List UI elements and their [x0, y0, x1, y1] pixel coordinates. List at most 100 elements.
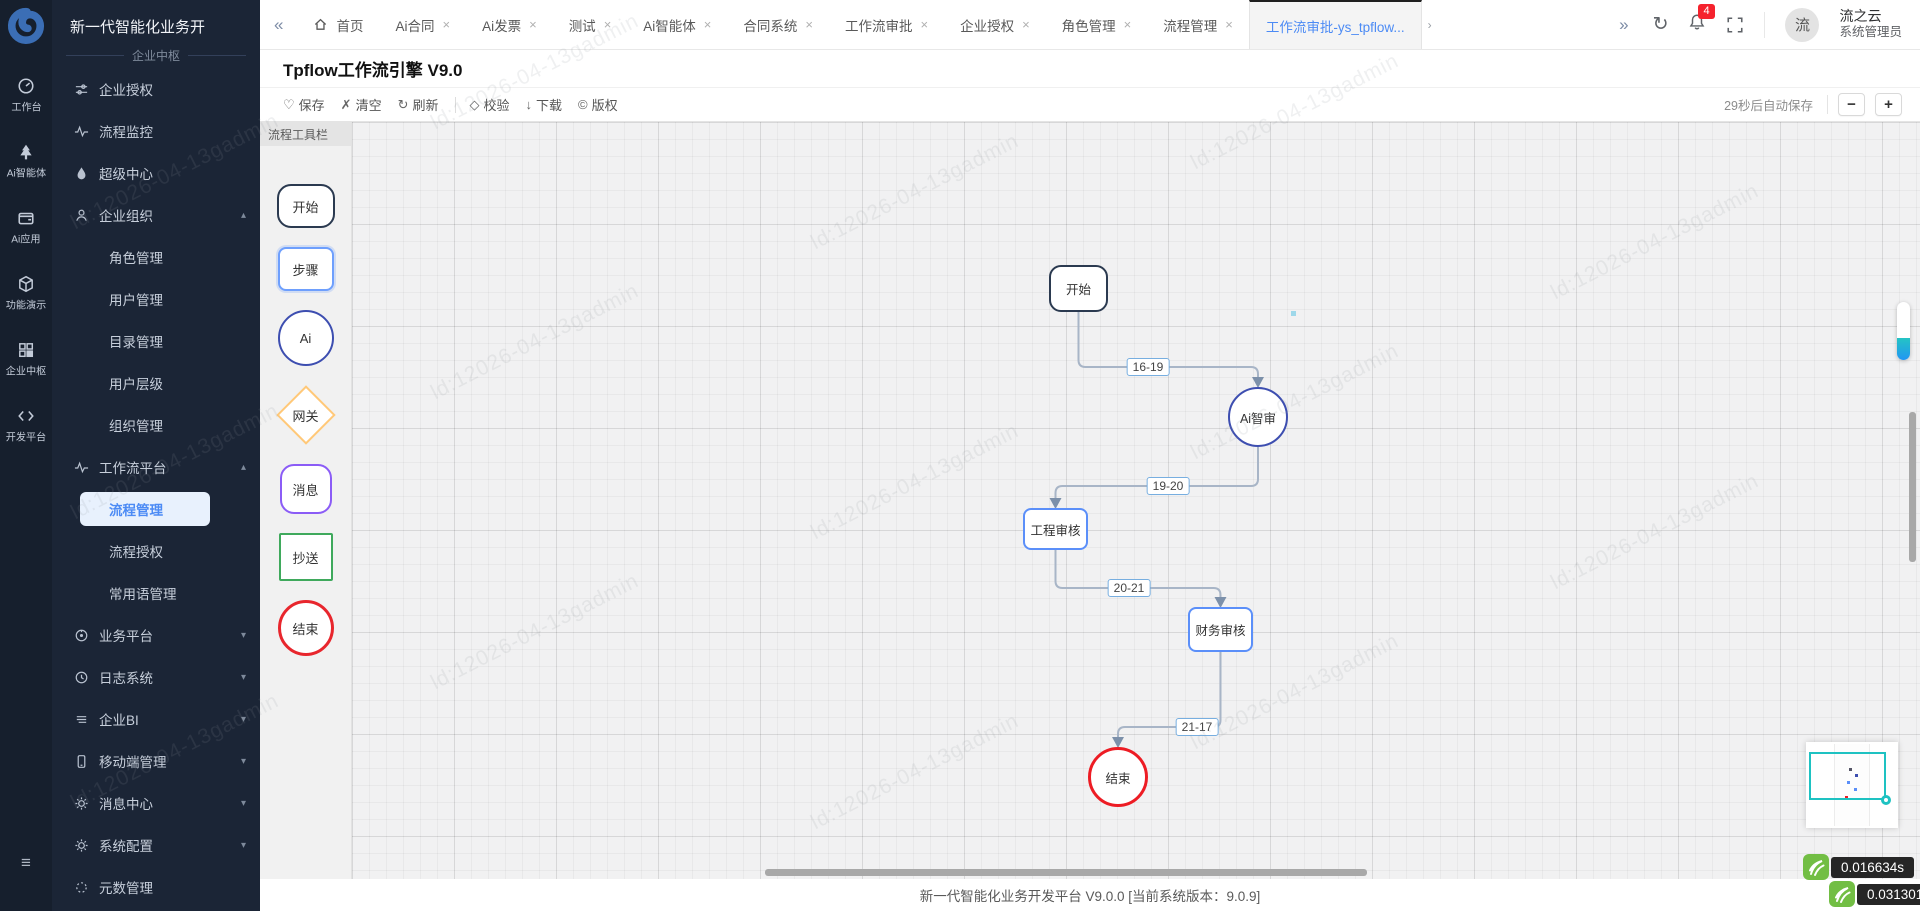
tree-icon — [20, 144, 32, 160]
tab-test[interactable]: 测试 × — [553, 0, 628, 49]
close-tab-icon[interactable]: × — [920, 17, 928, 32]
flow-node-start[interactable]: 开始 — [1049, 265, 1108, 312]
sidebar-item-role-mgmt[interactable]: 角色管理 — [52, 236, 260, 278]
caret-icon[interactable]: ▾ — [241, 756, 246, 767]
tab-ai-contract[interactable]: Ai合同 × — [379, 0, 466, 49]
flow-node-engineering-review[interactable]: 工程审核 — [1023, 508, 1088, 550]
sidebar-item-process-auth[interactable]: 流程授权 — [52, 530, 260, 572]
sidebar-item-workflow-platform[interactable]: 工作流平台 ▴ — [52, 446, 260, 488]
sidebar-item-user-mgmt[interactable]: 用户管理 — [52, 278, 260, 320]
close-tab-icon[interactable]: × — [1225, 17, 1233, 32]
palette-shape-step[interactable]: 步骤 — [277, 247, 334, 291]
flow-node-ai-review[interactable]: Ai智审 — [1228, 387, 1288, 447]
edge-label[interactable]: 21-17 — [1175, 718, 1219, 736]
sidebar-item-user-level[interactable]: 用户层级 — [52, 362, 260, 404]
minimap[interactable] — [1806, 742, 1898, 828]
validate-button[interactable]: ◇ 校验 — [470, 95, 510, 114]
zoom-out-button[interactable]: − — [1838, 93, 1865, 116]
tab-contract-system[interactable]: 合同系统 × — [727, 0, 829, 49]
sidebar-item-directory-mgmt[interactable]: 目录管理 — [52, 320, 260, 362]
app-logo-icon — [8, 7, 45, 44]
tabs-scroll-right-icon[interactable]: » — [1615, 15, 1632, 35]
caret-icon[interactable]: ▴ — [241, 462, 246, 473]
save-button[interactable]: ♡ 保存 — [283, 95, 325, 114]
edge-label[interactable]: 16-19 — [1126, 358, 1170, 376]
fullscreen-icon[interactable] — [1726, 16, 1744, 34]
refresh-icon[interactable]: ↻ — [1653, 15, 1669, 34]
clear-button[interactable]: ✗ 清空 — [341, 95, 382, 114]
tab-workflow-approval-tpflow-active[interactable]: 工作流审批-ys_tpflow... — [1248, 0, 1422, 49]
caret-icon[interactable]: ▾ — [241, 630, 246, 641]
user-role: 系统管理员 — [1839, 25, 1902, 40]
tab-workflow-approval[interactable]: 工作流审批 × — [829, 0, 944, 49]
sidebar-item-log-system[interactable]: 日志系统 ▾ — [52, 656, 260, 698]
flow-node-end[interactable]: 结束 — [1088, 747, 1148, 807]
palette-shape-cc[interactable]: 抄送 — [278, 533, 333, 581]
sidebar-item-enterprise-org[interactable]: 企业组织 ▴ — [52, 194, 260, 236]
close-tab-icon[interactable]: × — [529, 17, 537, 32]
caret-icon[interactable]: ▴ — [241, 210, 246, 221]
rail-item-dev-platform[interactable]: 开发平台 — [0, 393, 52, 459]
rail-item-label: 功能演示 — [5, 300, 47, 312]
sidebar-item-org-mgmt[interactable]: 组织管理 — [52, 404, 260, 446]
minimap-resize-handle[interactable] — [1881, 795, 1891, 805]
palette-shape-end[interactable]: 结束 — [277, 600, 334, 656]
horizontal-scrollbar[interactable] — [765, 869, 1367, 876]
close-tab-icon[interactable]: × — [442, 17, 450, 32]
flow-canvas[interactable]: 16-19 19-20 20-21 21-17 开始 Ai智审 工程审核 财务审… — [352, 122, 1920, 879]
caret-icon[interactable]: ▾ — [241, 840, 246, 851]
sidebar-item-super-center[interactable]: 超级中心 — [52, 152, 260, 194]
palette-shape-start[interactable]: 开始 — [276, 184, 335, 228]
sidebar-item-system-config[interactable]: 系统配置 ▾ — [52, 824, 260, 866]
main-area: « 首页 Ai合同 × Ai发票 × 测试 × Ai智能体 × 合同系统 × 工作流审批 ×… — [260, 0, 1920, 911]
tab-ai-invoice[interactable]: Ai发票 × — [466, 0, 553, 49]
sidebar-item-mobile-mgmt[interactable]: 移动端管理 ▾ — [52, 740, 260, 782]
sidebar-item-enterprise-bi[interactable]: 企业BI ▾ — [52, 698, 260, 740]
zoom-in-button[interactable]: + — [1875, 93, 1902, 116]
rail-item-demo[interactable]: 功能演示 — [0, 261, 52, 327]
caret-icon[interactable]: ▾ — [241, 798, 246, 809]
rail-item-ai-app[interactable]: Ai应用 — [0, 195, 52, 261]
tab-role-mgmt[interactable]: 角色管理 × — [1046, 0, 1148, 49]
tabs-scroll-left-icon[interactable]: « — [260, 0, 297, 49]
edge-label[interactable]: 19-20 — [1146, 477, 1190, 495]
rail-item-ai-agent[interactable]: Ai智能体 — [0, 129, 52, 195]
sidebar-item-metadata-mgmt[interactable]: 元数管理 — [52, 866, 260, 908]
tab-home[interactable]: 首页 — [297, 0, 379, 49]
close-tab-icon[interactable]: × — [805, 17, 813, 32]
sidebar-item-process-monitor[interactable]: 流程监控 — [52, 110, 260, 152]
sidebar-item-enterprise-auth[interactable]: 企业授权 — [52, 68, 260, 110]
tab-ai-agent[interactable]: Ai智能体 × — [627, 0, 727, 49]
tab-overflow-icon[interactable]: › — [1422, 0, 1438, 49]
palette-shape-message[interactable]: 消息 — [279, 464, 332, 514]
tab-enterprise-auth[interactable]: 企业授权 × — [944, 0, 1046, 49]
sidebar-item-message-center[interactable]: 消息中心 ▾ — [52, 782, 260, 824]
rail-item-enterprise-hub[interactable]: 企业中枢 — [0, 327, 52, 393]
close-tab-icon[interactable]: × — [704, 17, 712, 32]
edge-label[interactable]: 20-21 — [1107, 579, 1151, 597]
vertical-scrollbar[interactable] — [1909, 412, 1916, 562]
user-menu[interactable]: 流之云 系统管理员 — [1839, 8, 1902, 41]
palette-shape-ai[interactable]: Ai — [277, 310, 334, 366]
close-tab-icon[interactable]: × — [604, 17, 612, 32]
close-tab-icon[interactable]: × — [1124, 17, 1132, 32]
sidebar: 新一代智能化业务开 企业中枢 企业授权 流程监控 超级中心 企业组织 ▴ 角色管… — [52, 0, 260, 911]
refresh-button[interactable]: ↻ 刷新 — [398, 95, 439, 114]
flow-node-finance-review[interactable]: 财务审核 — [1188, 607, 1253, 652]
avatar[interactable]: 流 — [1785, 7, 1820, 42]
copyright-button[interactable]: © 版权 — [578, 95, 618, 114]
minimap-viewport[interactable] — [1809, 752, 1891, 805]
collapse-sidebar-icon[interactable]: ≡ — [0, 853, 52, 873]
caret-icon[interactable]: ▾ — [241, 672, 246, 683]
canvas-zoom-slider[interactable] — [1897, 302, 1910, 360]
sidebar-item-business-platform[interactable]: 业务平台 ▾ — [52, 614, 260, 656]
sidebar-item-phrase-mgmt[interactable]: 常用语管理 — [52, 572, 260, 614]
notification-bell[interactable]: 4 — [1688, 4, 1715, 36]
rail-item-workbench[interactable]: 工作台 — [0, 63, 52, 129]
palette-shape-gateway[interactable]: 网关 — [276, 385, 336, 445]
caret-icon[interactable]: ▾ — [241, 714, 246, 725]
close-tab-icon[interactable]: × — [1022, 17, 1030, 32]
download-button[interactable]: ↓ 下载 — [526, 95, 563, 114]
tab-process-mgmt[interactable]: 流程管理 × — [1147, 0, 1249, 49]
sidebar-item-process-mgmt[interactable]: 流程管理 — [52, 488, 260, 530]
